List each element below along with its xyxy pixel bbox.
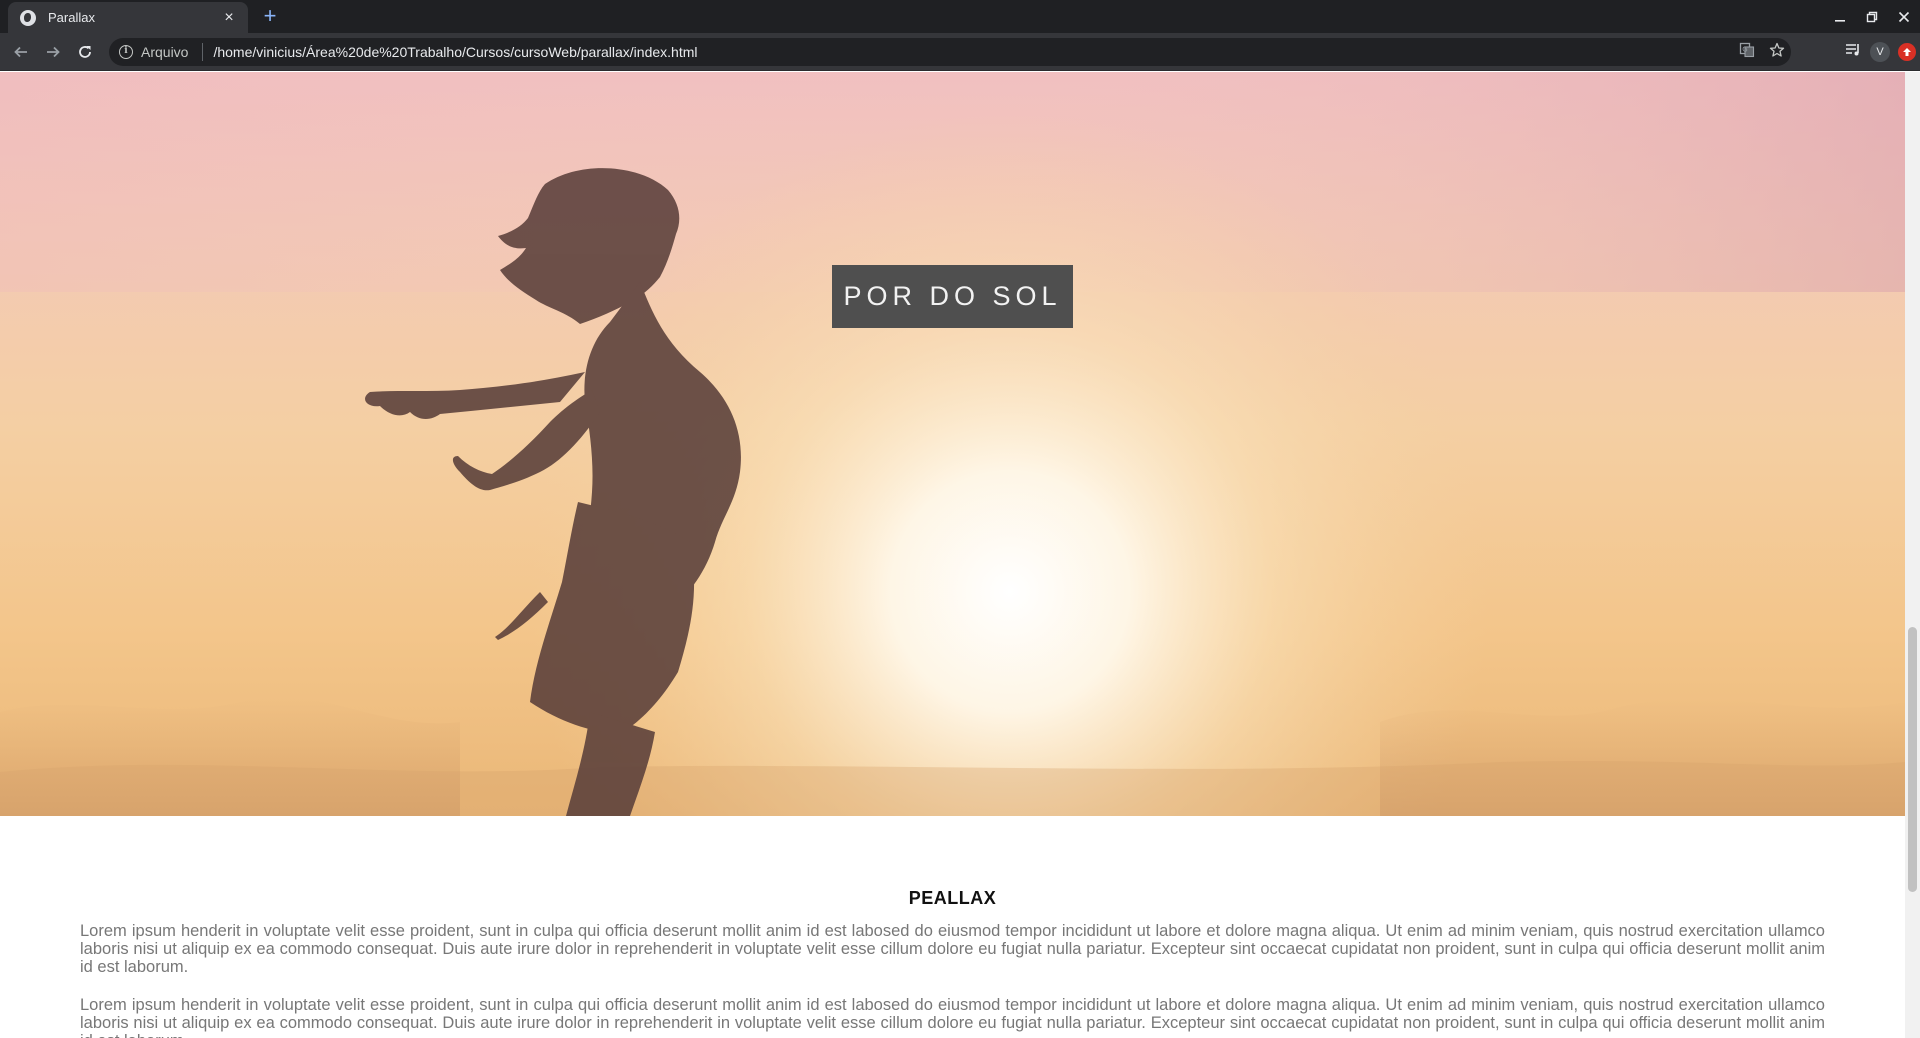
sunset-image: [0, 72, 1905, 816]
browser-toolbar: i Arquivo /home/vinicius/Área%20de%20Tra…: [0, 33, 1920, 71]
hero-parallax-section: POR DO SOL: [0, 72, 1905, 816]
address-bar[interactable]: i Arquivo /home/vinicius/Área%20de%20Tra…: [109, 38, 1791, 66]
hero-caption: POR DO SOL: [832, 265, 1073, 328]
svg-text:G: G: [1742, 45, 1747, 53]
forward-arrow-icon[interactable]: [41, 40, 65, 64]
media-queue-icon[interactable]: [1844, 41, 1862, 64]
vertical-scrollbar[interactable]: [1905, 72, 1920, 1038]
back-arrow-icon[interactable]: [9, 40, 33, 64]
tab-strip: Parallax × +: [0, 0, 1920, 33]
minimize-icon[interactable]: [1824, 0, 1856, 33]
avatar[interactable]: V: [1870, 42, 1890, 62]
tab-title: Parallax: [48, 10, 95, 25]
omnibox-actions: G: [1739, 38, 1785, 66]
security-chip[interactable]: Arquivo: [141, 44, 188, 60]
browser-tab[interactable]: Parallax ×: [8, 2, 248, 33]
star-icon[interactable]: [1769, 42, 1785, 63]
paragraph-1: Lorem ipsum henderit in voluptate velit …: [80, 922, 1825, 976]
window-controls: [1824, 0, 1920, 33]
restore-icon[interactable]: [1856, 0, 1888, 33]
window-close-icon[interactable]: [1888, 0, 1920, 33]
close-icon[interactable]: ×: [220, 9, 238, 26]
scrollbar-thumb[interactable]: [1908, 627, 1917, 892]
page-viewport: POR DO SOL PEALLAX Lorem ipsum henderit …: [0, 72, 1905, 1038]
extension-icon[interactable]: [1898, 43, 1916, 61]
url-text[interactable]: /home/vinicius/Área%20de%20Trabalho/Curs…: [213, 44, 697, 60]
translate-icon[interactable]: G: [1739, 42, 1755, 63]
info-icon[interactable]: i: [119, 45, 133, 59]
content-section: PEALLAX Lorem ipsum henderit in voluptat…: [80, 816, 1825, 1038]
chip-divider: [202, 43, 204, 61]
paragraph-2: Lorem ipsum henderit in voluptate velit …: [80, 996, 1825, 1038]
section-heading: PEALLAX: [908, 888, 997, 908]
new-tab-button[interactable]: +: [258, 4, 282, 28]
globe-icon: [20, 9, 36, 26]
reload-icon[interactable]: [73, 40, 97, 64]
toolbar-right: V: [1844, 33, 1920, 71]
